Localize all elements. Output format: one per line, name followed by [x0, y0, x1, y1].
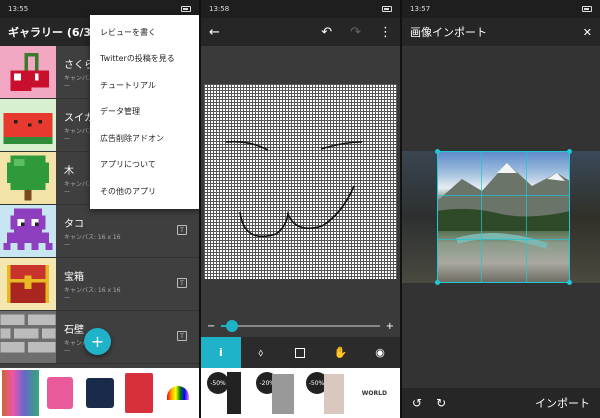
battery-icon: [181, 6, 191, 12]
menu-item-other-apps[interactable]: その他のアプリ: [90, 178, 199, 205]
stone-wall-thumbnail: [0, 311, 56, 363]
more-vert-icon[interactable]: ⋮: [379, 25, 392, 40]
status-time: 13:55: [8, 5, 29, 13]
editor-toolbar: ← ↶ ↷ ⋮: [201, 18, 400, 46]
item-title: 宝箱: [64, 271, 84, 283]
crop-guide: [437, 151, 438, 283]
ad-image: [80, 370, 119, 416]
status-time: 13:58: [209, 5, 230, 13]
status-bar: 13:57: [402, 0, 600, 18]
rotate-left-icon[interactable]: ↺: [412, 396, 422, 410]
hand-icon: ✋: [333, 346, 348, 359]
template-badge[interactable]: T: [177, 225, 187, 235]
ad-image: [2, 370, 40, 416]
preview-tool[interactable]: ◉: [360, 337, 400, 368]
battery-icon: [582, 6, 592, 12]
menu-item-about[interactable]: アプリについて: [90, 152, 199, 179]
status-time: 13:57: [410, 5, 431, 13]
ad-image: [159, 370, 198, 416]
crop-guide: [437, 282, 570, 283]
close-icon[interactable]: ✕: [583, 26, 592, 39]
battery-icon: [382, 6, 392, 12]
menu-item-remove-ads[interactable]: 広告削除アドオン: [90, 125, 199, 152]
item-title: タコ: [64, 218, 84, 230]
slider-knob[interactable]: [226, 320, 239, 332]
import-title: 画像インポート: [410, 26, 487, 39]
tree-thumbnail: [0, 152, 56, 204]
rotate-right-icon[interactable]: ↻: [436, 396, 446, 410]
template-badge[interactable]: T: [177, 278, 187, 288]
overflow-menu: レビューを書く Twitterの投稿を見る チュートリアル データ管理 広告削除…: [90, 15, 199, 209]
status-bar: 13:58: [201, 0, 400, 18]
crop-guide: [437, 151, 570, 152]
ad-image: -50%: [203, 370, 251, 416]
crop-handle[interactable]: [567, 280, 572, 285]
redo-icon[interactable]: ↷: [350, 25, 361, 40]
import-image-area: [402, 149, 600, 285]
ad-image: -20%: [252, 370, 300, 416]
gallery-screen: 13:55 ギャラリー (6/30) さくら キャンバス — スイカ キャンバス…: [0, 0, 199, 418]
crop-guide: [569, 151, 570, 283]
ad-image: -50%: [301, 370, 349, 416]
cherry-thumbnail: [0, 46, 56, 98]
ad-image: [120, 370, 158, 416]
menu-item-write-review[interactable]: レビューを書く: [90, 19, 199, 46]
template-badge[interactable]: T: [177, 331, 187, 341]
tool-bar: i ⬨ ✋ ◉: [201, 337, 400, 368]
menu-item-data-management[interactable]: データ管理: [90, 99, 199, 126]
dropper-tool[interactable]: ⬨: [241, 337, 281, 368]
crop-handle[interactable]: [435, 149, 440, 154]
import-appbar: 画像インポート ✕: [402, 18, 600, 46]
ad-logo: WORLD: [350, 370, 398, 416]
undo-icon[interactable]: ↶: [321, 25, 332, 40]
crop-guide: [437, 239, 570, 240]
watermelon-thumbnail: [0, 99, 56, 151]
pencil-icon: i: [219, 346, 223, 359]
crop-handle[interactable]: [567, 149, 572, 154]
pencil-tool[interactable]: i: [201, 337, 241, 368]
eye-icon: ◉: [375, 346, 385, 359]
rectangle-tool[interactable]: [281, 337, 321, 368]
drawing-strokes: [225, 140, 363, 238]
gallery-item[interactable]: タコ キャンバス: 16 x 16 — T: [0, 205, 199, 258]
import-screen: 13:57 画像インポート ✕ ↺ ↻ インポート: [402, 0, 600, 418]
hand-tool[interactable]: ✋: [320, 337, 360, 368]
photo-dimmed-right: [570, 151, 600, 283]
slider-plus[interactable]: +: [386, 321, 394, 332]
crop-guide: [481, 151, 482, 283]
menu-item-twitter[interactable]: Twitterの投稿を見る: [90, 46, 199, 73]
ad-banner[interactable]: [0, 368, 199, 418]
gallery-item[interactable]: 宝箱 キャンバス: 16 x 16 — T: [0, 258, 199, 311]
brush-size-slider: − +: [201, 318, 400, 334]
crop-handle[interactable]: [435, 280, 440, 285]
add-button[interactable]: +: [84, 328, 111, 355]
dropper-icon: ⬨: [258, 345, 264, 359]
editor-screen: 13:58 ← ↶ ↷ ⋮ − + i ⬨ ✋ ◉ -50% -20% -50%…: [201, 0, 400, 418]
import-button[interactable]: インポート: [535, 395, 590, 411]
octopus-thumbnail: [0, 205, 56, 257]
crop-guide: [437, 195, 570, 196]
pixel-canvas[interactable]: [204, 84, 397, 279]
import-bottom-bar: ↺ ↻ インポート: [402, 388, 600, 418]
ad-banner[interactable]: -50% -20% -50% WORLD: [201, 368, 400, 418]
ad-image: [41, 370, 79, 416]
photo-dimmed-left: [402, 151, 437, 283]
mountain-graphic: [437, 163, 570, 249]
square-icon: [295, 347, 306, 358]
treasure-chest-thumbnail: [0, 258, 56, 310]
slider-minus[interactable]: −: [207, 321, 215, 332]
crop-guide: [526, 151, 527, 283]
menu-item-tutorial[interactable]: チュートリアル: [90, 72, 199, 99]
mountain-photo[interactable]: [437, 151, 570, 283]
back-arrow-icon[interactable]: ←: [209, 25, 220, 40]
